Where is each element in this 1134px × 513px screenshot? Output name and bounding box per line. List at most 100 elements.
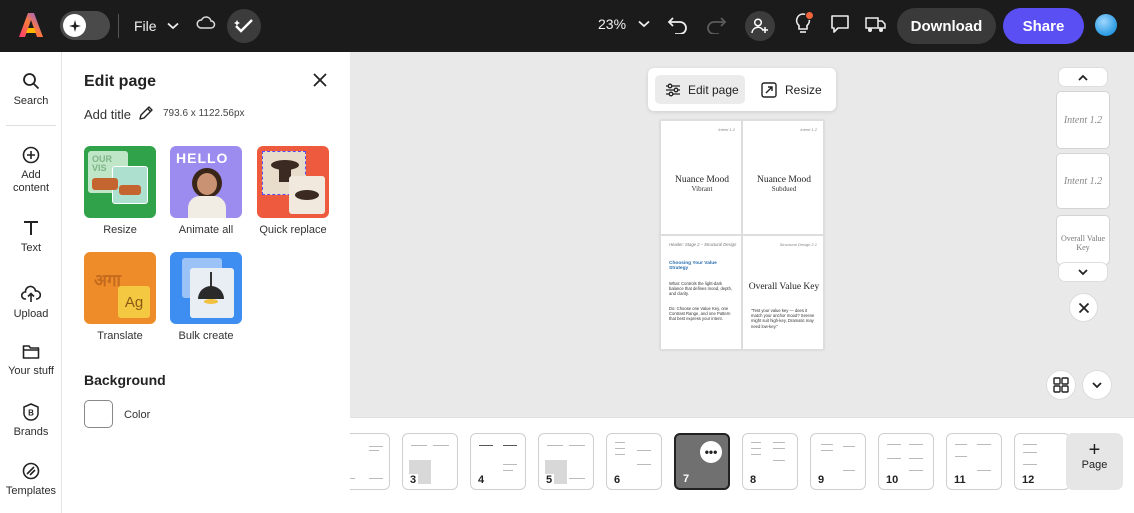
chevron-up-icon [1078,74,1088,81]
upload-icon [21,285,41,302]
avatar[interactable] [1095,14,1117,36]
adobe-express-logo[interactable] [18,12,44,38]
page-strip: 3 4 5 6 ••• 7 8 9 10 11 12 + Page [350,417,1134,513]
ideas-button[interactable] [794,11,814,41]
page-thumb[interactable]: 9 [810,433,866,490]
chevron-down-icon [638,20,650,28]
page-number: 5 [544,474,555,486]
page-dimensions: 793.6 x 1122.56px [163,108,245,119]
download-button[interactable]: Download [897,8,996,44]
page-section-heading: Choosing Your Value Strategy [669,261,717,272]
animate-all-tile[interactable]: HELLO [170,146,242,218]
folder-icon [22,345,40,359]
tool-label: Resize [103,224,137,236]
page-toolbar: Edit page Resize [648,68,836,111]
pencil-icon[interactable] [138,105,154,121]
add-page-label: Page [1081,459,1108,471]
page-thumb[interactable]: 10 [878,433,934,490]
rail-label: Search [13,95,49,107]
page-thumb[interactable]: 11 [946,433,1002,490]
invite-button[interactable] [745,11,775,41]
plus-circle-icon [22,146,40,164]
add-page-button[interactable]: + Page [1066,433,1123,490]
page-thumb[interactable]: 4 [470,433,526,490]
rail-item-search[interactable]: Search [0,72,62,107]
schedule-truck-icon[interactable] [865,14,887,34]
add-user-icon [751,18,768,34]
scroll-up-button[interactable] [1058,67,1108,87]
scroll-down-button[interactable] [1058,262,1108,282]
page-thumb[interactable]: 8 [742,433,798,490]
page-header-text: Header: Stage 2 – Structural Design [669,242,737,247]
tool-label: Bulk create [178,330,234,342]
page-thumb[interactable] [350,433,390,490]
search-icon [23,73,40,90]
notification-dot [805,11,814,20]
side-page-thumb[interactable]: Overall Value Key [1056,215,1110,265]
color-label: Color [124,409,151,421]
more-options-icon[interactable]: ••• [700,441,722,463]
share-button[interactable]: Share [1003,8,1084,44]
resize-tile[interactable]: OUR VIS [84,146,156,218]
magic-check-icon [234,19,253,33]
tile-art-text: OUR VIS [92,154,112,173]
bulk-create-tile[interactable] [170,252,242,324]
page-thumb[interactable]: 12 [1014,433,1070,490]
divider [118,14,119,38]
page-tag: Structural Design 2.1 [779,242,817,247]
close-navigator-button[interactable] [1069,293,1098,322]
rail-item-add-content[interactable]: Add content [0,146,62,195]
rail-item-your-stuff[interactable]: Your stuff [0,344,62,377]
rail-item-templates[interactable]: Templates [0,462,62,497]
side-page-label: Intent 1.2 [1063,175,1103,187]
top-bar: File 23% Download Share [0,0,1134,52]
quick-replace-tile[interactable] [257,146,329,218]
undo-icon[interactable] [667,14,689,34]
ai-toggle[interactable] [60,11,110,40]
page-thumb[interactable]: 6 [606,433,662,490]
translate-tile[interactable]: अगा Ag [84,252,156,324]
file-menu[interactable]: File [134,13,179,39]
edit-page-button[interactable]: Edit page [655,75,745,104]
rail-item-upload[interactable]: Upload [0,285,62,320]
sliders-icon [666,83,680,96]
expand-pages-button[interactable] [1082,370,1112,400]
chevron-down-icon [166,22,179,30]
side-page-thumb[interactable]: Intent 1.2 [1056,153,1110,209]
comment-icon[interactable] [830,14,850,34]
rail-item-brands[interactable]: B Brands [0,403,62,438]
background-color-swatch[interactable] [84,400,113,428]
edit-page-panel: Edit page Add title 793.6 x 1122.56px OU… [62,52,350,513]
side-page-thumb[interactable]: Intent 1.2 [1056,91,1110,149]
rail-label: Templates [5,485,57,497]
chevron-down-icon [1078,268,1088,275]
redo-icon[interactable] [705,14,727,34]
resize-button[interactable]: Resize [756,75,830,104]
page-thumb[interactable]: 5 [538,433,594,490]
add-title-label[interactable]: Add title [84,107,131,122]
page-thumb-active[interactable]: ••• 7 [674,433,730,490]
close-icon [1078,302,1089,313]
page-heading: Overall Value Key [748,282,820,292]
rail-divider [6,125,56,126]
zoom-level: 23% [598,16,627,32]
rail-item-text[interactable]: Text [0,219,62,254]
tile-art-text: HELLO [176,150,229,166]
rail-label: Upload [13,308,49,320]
panel-title: Edit page [84,73,157,90]
page-body-text: "Test your value key — does it match you… [751,308,815,329]
tool-label: Animate all [178,224,234,236]
close-icon[interactable] [312,72,328,88]
page-number: 8 [748,474,759,486]
page-thumb[interactable]: 3 [402,433,458,490]
edit-page-label: Edit page [688,82,739,97]
zoom-menu[interactable]: 23% [598,16,650,32]
canvas-area: Edit page Resize Intent 1.2 Nuance Mood … [350,52,1134,417]
cloud-icon[interactable] [196,15,216,31]
magic-check-button[interactable] [227,9,261,43]
grid-view-button[interactable] [1046,370,1076,400]
tool-label: Translate [97,330,143,342]
page-number: 4 [476,474,487,486]
current-page[interactable]: Intent 1.2 Nuance Mood Vibrant Intent 1.… [660,120,824,350]
page-number: 9 [816,474,827,486]
